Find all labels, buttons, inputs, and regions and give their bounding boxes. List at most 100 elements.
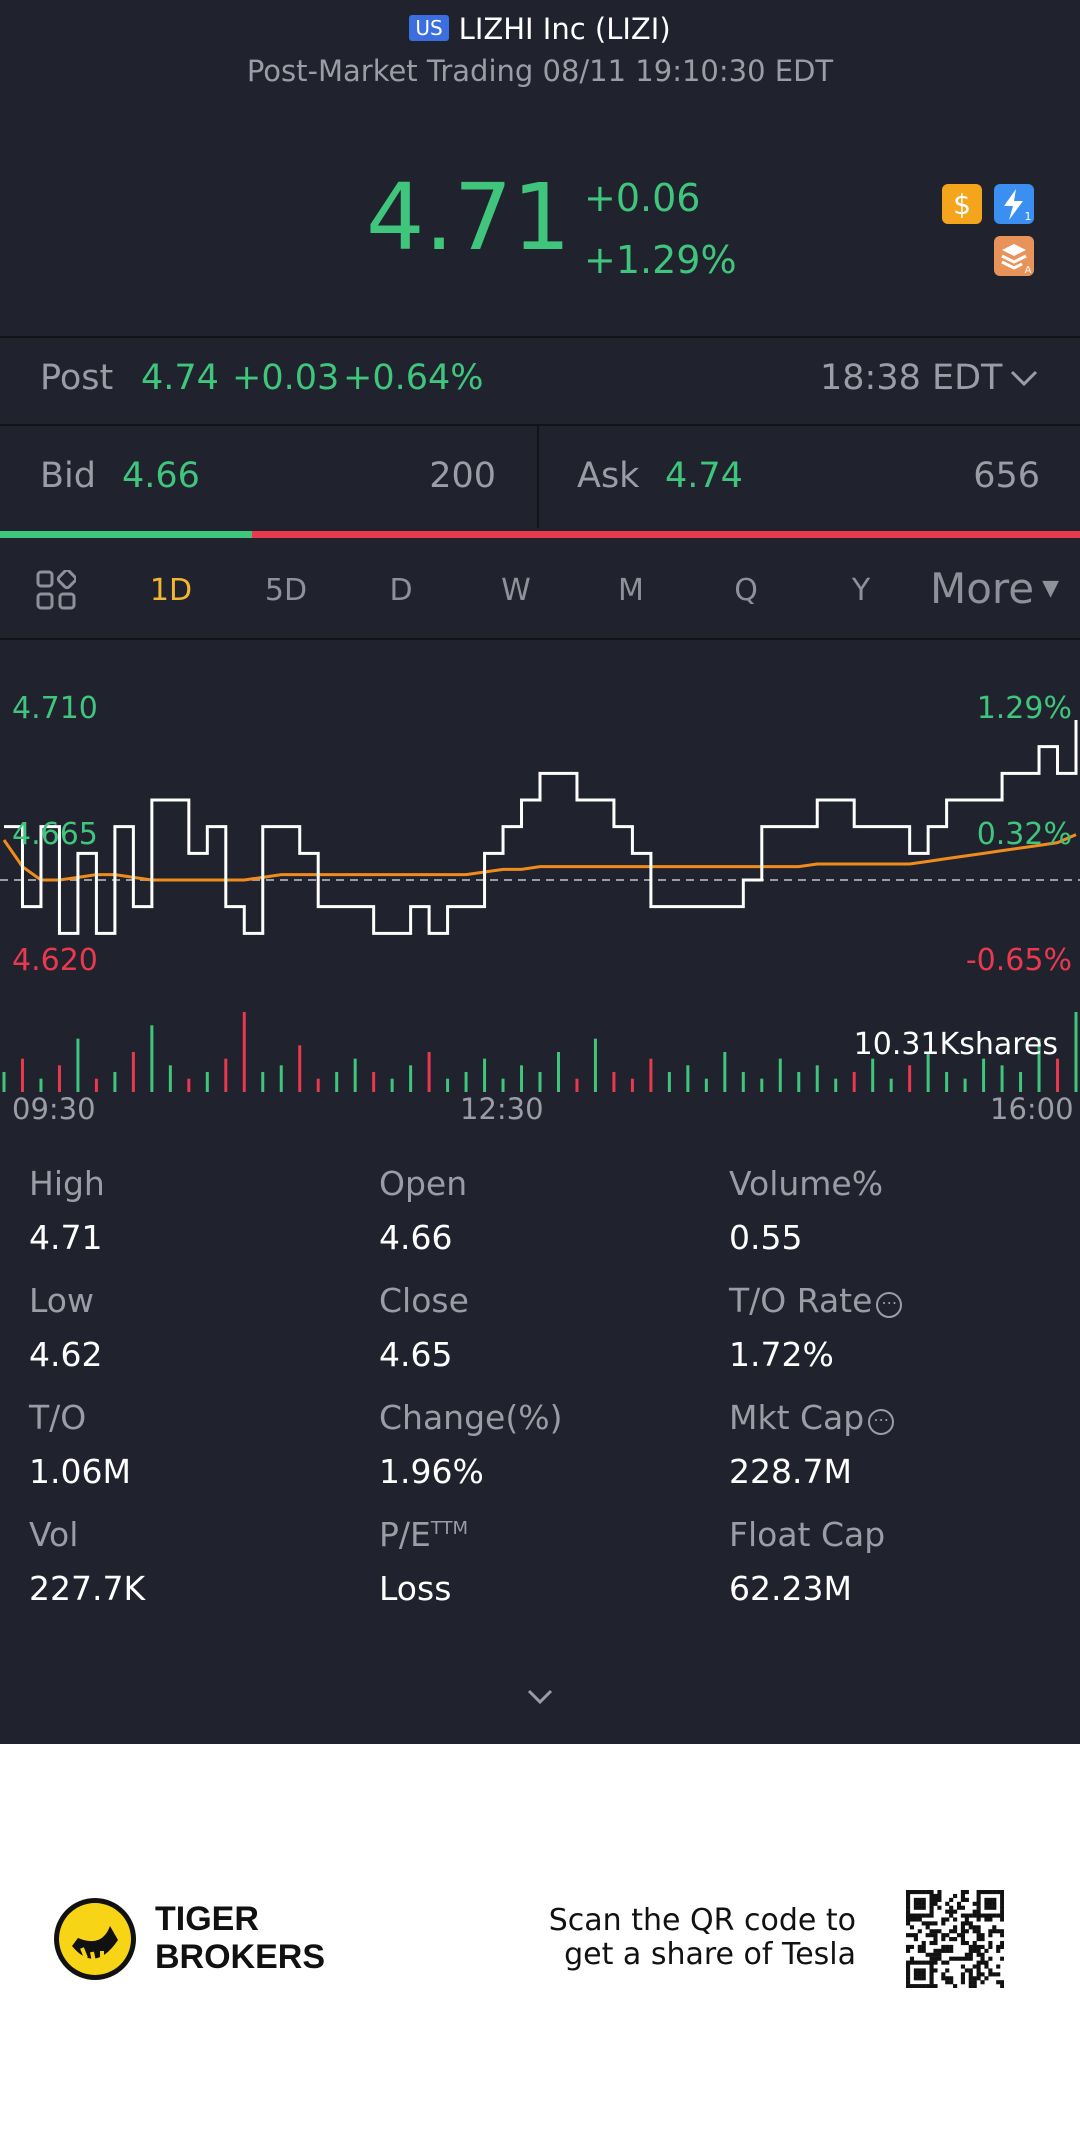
qr-module (949, 1897, 954, 1902)
qr-module (956, 1901, 962, 1906)
qr-module (1000, 1980, 1004, 1985)
qr-module (956, 1956, 962, 1961)
qr-module (933, 1984, 938, 1988)
qr-module (949, 1905, 954, 1910)
stat-value-mkt-cap: 228.7M (729, 1452, 852, 1491)
info-icon[interactable]: ⋯ (868, 1409, 895, 1435)
qr-module (933, 1948, 938, 1953)
qr-module (921, 1984, 926, 1988)
bid-ask-bar (0, 531, 1080, 538)
tab-m[interactable]: M (618, 573, 644, 608)
volume-bar (76, 1038, 80, 1092)
post-time: 18:38 EDT (820, 358, 1003, 398)
x-tick-start: 09:30 (12, 1092, 96, 1126)
qr-module (909, 1933, 915, 1938)
qr-module (929, 1952, 934, 1957)
qr-module (964, 1913, 969, 1918)
qr-module (984, 1948, 989, 1953)
qr-module (964, 1956, 969, 1961)
qr-module (933, 1893, 938, 1899)
expand-chevron-icon[interactable] (524, 1686, 556, 1708)
qr-module (976, 1890, 981, 1895)
stat-value-volume-pct: 0.55 (729, 1218, 803, 1257)
intraday-chart[interactable]: 4.710 4.665 4.620 1.29% 0.32% -0.65% 10.… (0, 640, 1080, 1100)
tab-d[interactable]: D (389, 573, 412, 608)
qr-module (906, 1960, 911, 1965)
qr-module (968, 1968, 973, 1973)
qr-module (921, 1905, 926, 1910)
qr-module (953, 1984, 958, 1988)
tab-5d[interactable]: 5D (265, 573, 307, 608)
volume-label: 10.31Kshares (854, 1027, 1058, 1062)
svg-text:A: A (1025, 265, 1032, 276)
qr-module (949, 1944, 954, 1949)
stat-to-rate[interactable]: T/O Rate ⋯ (729, 1281, 903, 1320)
more-button[interactable]: More ▼ (930, 564, 1059, 613)
stat-value-close: 4.65 (379, 1335, 453, 1374)
qr-module (960, 1972, 965, 1977)
grid-icon[interactable] (36, 568, 78, 610)
qr-module (921, 1897, 926, 1902)
tab-w[interactable]: W (501, 573, 531, 608)
post-change-pct: +0.64% (343, 358, 484, 398)
qr-module (909, 1956, 915, 1961)
volume-bar (261, 1072, 265, 1092)
qr-module (996, 1980, 1001, 1985)
volume-bar (538, 1072, 542, 1092)
qr-module (929, 1980, 934, 1985)
dollar-icon[interactable]: $ (942, 184, 982, 224)
qr-module (964, 1968, 969, 1973)
volume-bar (686, 1065, 690, 1092)
qr-module (956, 1905, 962, 1910)
qr-module (906, 1901, 911, 1906)
qr-module (937, 1893, 942, 1899)
avg-price-line (2, 833, 1077, 882)
qr-module (1000, 1929, 1004, 1934)
qr-module (1000, 1917, 1004, 1922)
qr-module (980, 1890, 985, 1895)
qr-code[interactable] (906, 1890, 1004, 1988)
qr-module (949, 1980, 954, 1985)
qr-module (996, 1972, 1001, 1977)
volume-bar (390, 1078, 394, 1092)
volume-bar (483, 1058, 487, 1092)
bid-ratio-fill (0, 531, 252, 538)
qr-module (906, 1972, 911, 1977)
qr-module (906, 1984, 911, 1988)
stat-value-vol: 227.7K (29, 1569, 146, 1608)
qr-module (945, 1944, 950, 1949)
qr-module (960, 1921, 965, 1926)
tab-y[interactable]: Y (852, 573, 870, 608)
qr-module (906, 1976, 911, 1981)
qr-module (992, 1929, 997, 1934)
qr-module (925, 1952, 930, 1957)
qr-module (976, 1937, 981, 1942)
qr-module (945, 1901, 950, 1906)
y-tick-left-bottom: 4.620 (12, 943, 98, 978)
stat-mkt-cap[interactable]: Mkt Cap ⋯ (729, 1398, 895, 1437)
qr-module (960, 1956, 965, 1961)
volume-bar (501, 1078, 505, 1092)
qr-module (917, 1944, 922, 1949)
volume-bar (205, 1072, 209, 1092)
qr-module (964, 1940, 969, 1946)
qr-module (913, 1937, 918, 1942)
volume-bar (982, 1058, 986, 1092)
y-tick-right-mid: 0.32% (977, 817, 1072, 852)
info-icon[interactable]: ⋯ (876, 1292, 903, 1318)
stack-icon[interactable]: A (994, 236, 1034, 276)
tab-1d[interactable]: 1D (150, 573, 192, 608)
qr-module (913, 1890, 918, 1895)
lightning-icon[interactable]: 1 (994, 184, 1034, 224)
qr-module (929, 1897, 934, 1902)
promo-line-2: get a share of Tesla (564, 1937, 856, 1972)
qr-module (976, 1960, 981, 1965)
qr-module (929, 1984, 934, 1988)
chevron-down-icon[interactable] (1008, 366, 1040, 390)
volume-bar (168, 1065, 172, 1092)
stock-name: LIZHI Inc (LIZI) (458, 12, 671, 46)
qr-module (929, 1964, 934, 1969)
qr-module (988, 1890, 993, 1895)
stat-value-pe: Loss (379, 1569, 452, 1608)
tab-q[interactable]: Q (734, 573, 758, 608)
